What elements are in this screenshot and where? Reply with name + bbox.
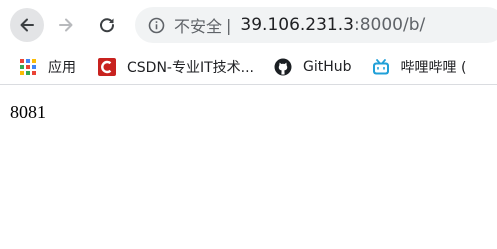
apps-grid-icon (20, 59, 36, 75)
url-path: :8000/b/ (353, 15, 426, 35)
arrow-left-icon (20, 18, 34, 32)
reload-button[interactable] (90, 8, 124, 42)
security-separator: | (226, 15, 232, 35)
github-icon (274, 58, 292, 76)
arrow-right-icon (59, 18, 73, 32)
url-host: 39.106.231.3 (240, 15, 354, 35)
back-button[interactable] (10, 8, 44, 42)
address-bar[interactable]: 不安全 | 39.106.231.3:8000/b/ (135, 7, 497, 43)
bookmark-label: GitHub (303, 59, 352, 75)
bookmark-label: CSDN-专业IT技术... (127, 60, 254, 76)
page-content: 8081 (0, 86, 497, 249)
bookmark-label: 应用 (48, 60, 76, 76)
browser-toolbar: 不安全 | 39.106.231.3:8000/b/ (0, 0, 497, 50)
csdn-icon (98, 58, 116, 76)
page-body-text: 8081 (10, 102, 46, 122)
security-label[interactable]: 不安全 (174, 13, 222, 37)
info-icon[interactable] (148, 17, 165, 34)
bookmark-apps[interactable]: 应用 (19, 57, 76, 77)
forward-button[interactable] (49, 8, 83, 42)
bookmarks-bar: 应用 CSDN-专业IT技术... GitHub 哔哩哔哩 ( (0, 50, 497, 85)
reload-icon (100, 18, 115, 33)
bookmark-bilibili[interactable]: 哔哩哔哩 ( (372, 57, 467, 77)
bilibili-icon (372, 59, 389, 75)
bookmark-github[interactable]: GitHub (274, 58, 352, 76)
bookmark-label: 哔哩哔哩 ( (400, 60, 467, 76)
bookmark-csdn[interactable]: CSDN-专业IT技术... (98, 57, 254, 77)
